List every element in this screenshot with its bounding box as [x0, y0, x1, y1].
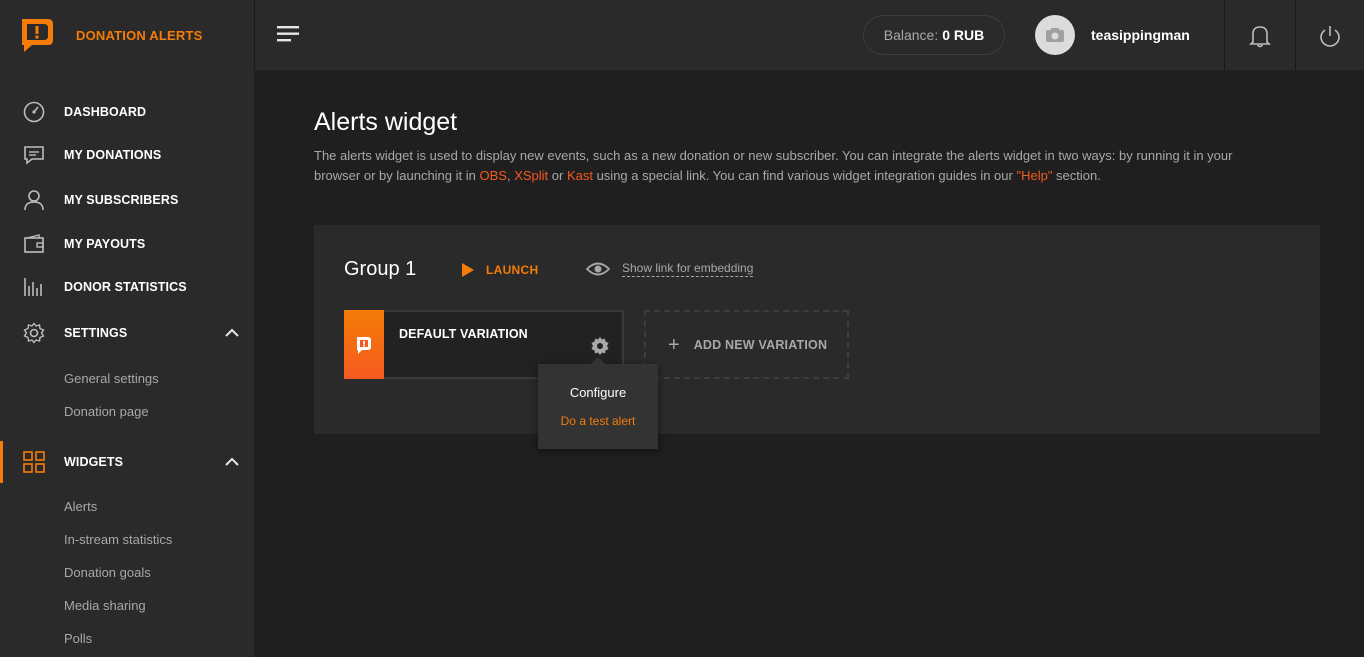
sidebar-subitem-media-sharing[interactable]: Media sharing [64, 598, 146, 613]
sidebar-item-settings[interactable]: SETTINGS [0, 315, 254, 351]
user-icon [22, 188, 46, 212]
sidebar-item-label: MY PAYOUTS [64, 237, 146, 251]
menu-item-configure[interactable]: Configure [538, 385, 658, 400]
group-panel: Group 1 LAUNCH Show link for embedding D… [314, 225, 1320, 434]
chevron-up-icon[interactable] [224, 325, 240, 341]
sidebar-subitem-alerts[interactable]: Alerts [64, 499, 97, 514]
page-description: The alerts widget is used to display new… [314, 146, 1274, 186]
sidebar-item-donor-statistics[interactable]: DONOR STATISTICS [0, 269, 254, 305]
show-embed-link-button[interactable]: Show link for embedding [586, 261, 754, 277]
username[interactable]: teasippingman [1091, 27, 1190, 43]
sidebar: DONATION ALERTS DASHBOARD MY DONATIONS M… [0, 0, 254, 657]
chevron-up-icon[interactable] [224, 454, 240, 470]
desc-text: using a special link. You can find vario… [592, 168, 1017, 183]
sidebar-subitem-donation-goals[interactable]: Donation goals [64, 565, 151, 580]
bell-icon[interactable] [1249, 24, 1271, 48]
sidebar-item-label: MY DONATIONS [64, 148, 162, 162]
camera-icon [1046, 28, 1064, 42]
sidebar-subitem-polls[interactable]: Polls [64, 631, 92, 646]
eye-icon [586, 262, 610, 276]
link-help[interactable]: "Help" [1016, 168, 1052, 183]
brand[interactable]: DONATION ALERTS [0, 0, 254, 70]
bar-chart-icon [22, 275, 46, 299]
topbar: Balance: 0 RUB teasippingman [254, 0, 1364, 70]
link-obs[interactable]: OBS [479, 168, 506, 183]
balance-label: Balance: [883, 27, 939, 43]
gear-icon [22, 321, 46, 345]
donation-alerts-logo-icon [357, 336, 371, 354]
add-new-variation-button[interactable]: + ADD NEW VARIATION [644, 310, 849, 379]
sidebar-item-my-donations[interactable]: MY DONATIONS [0, 137, 254, 173]
divider [1295, 0, 1296, 70]
brand-name: DONATION ALERTS [76, 27, 203, 43]
balance-pill[interactable]: Balance: 0 RUB [863, 15, 1005, 55]
desc-sep: or [548, 168, 567, 183]
divider [1224, 0, 1225, 70]
grid-icon [22, 450, 46, 474]
menu-item-test-alert[interactable]: Do a test alert [538, 414, 658, 428]
variation-badge [344, 310, 384, 379]
sidebar-subitem-general-settings[interactable]: General settings [64, 371, 159, 386]
sidebar-item-label: DASHBOARD [64, 105, 147, 119]
hamburger-menu-icon[interactable] [277, 24, 301, 44]
gear-icon[interactable] [590, 336, 610, 356]
wallet-icon [22, 232, 46, 256]
sidebar-item-dashboard[interactable]: DASHBOARD [0, 94, 254, 130]
sidebar-subitem-donation-page[interactable]: Donation page [64, 404, 149, 419]
desc-text: section. [1052, 168, 1101, 183]
chat-icon [22, 143, 46, 167]
sidebar-item-widgets[interactable]: WIDGETS [0, 441, 254, 483]
variation-name: DEFAULT VARIATION [399, 327, 528, 341]
dashboard-icon [22, 100, 46, 124]
sidebar-item-label: DONOR STATISTICS [64, 280, 187, 294]
embed-label: Show link for embedding [622, 261, 754, 277]
launch-label: LAUNCH [486, 263, 539, 277]
avatar[interactable] [1035, 15, 1075, 55]
sidebar-subitem-in-stream-statistics[interactable]: In-stream statistics [64, 532, 172, 547]
sidebar-item-my-subscribers[interactable]: MY SUBSCRIBERS [0, 182, 254, 218]
sidebar-item-label: WIDGETS [64, 455, 124, 469]
play-icon [462, 263, 474, 277]
balance-value: 0 RUB [942, 27, 985, 43]
power-icon[interactable] [1319, 24, 1341, 48]
sidebar-item-my-payouts[interactable]: MY PAYOUTS [0, 226, 254, 262]
group-title: Group 1 [344, 258, 417, 280]
donation-alerts-logo-icon [22, 19, 53, 52]
add-variation-label: ADD NEW VARIATION [693, 337, 828, 352]
dropdown-arrow [591, 357, 605, 364]
plus-icon: + [668, 333, 680, 356]
link-xsplit[interactable]: XSplit [514, 168, 548, 183]
sidebar-item-label: MY SUBSCRIBERS [64, 193, 179, 207]
variation-dropdown-menu: Configure Do a test alert [538, 357, 658, 449]
launch-button[interactable]: LAUNCH [462, 263, 538, 277]
link-kast[interactable]: Kast [567, 168, 593, 183]
sidebar-item-label: SETTINGS [64, 326, 128, 340]
page-title: Alerts widget [314, 108, 458, 136]
